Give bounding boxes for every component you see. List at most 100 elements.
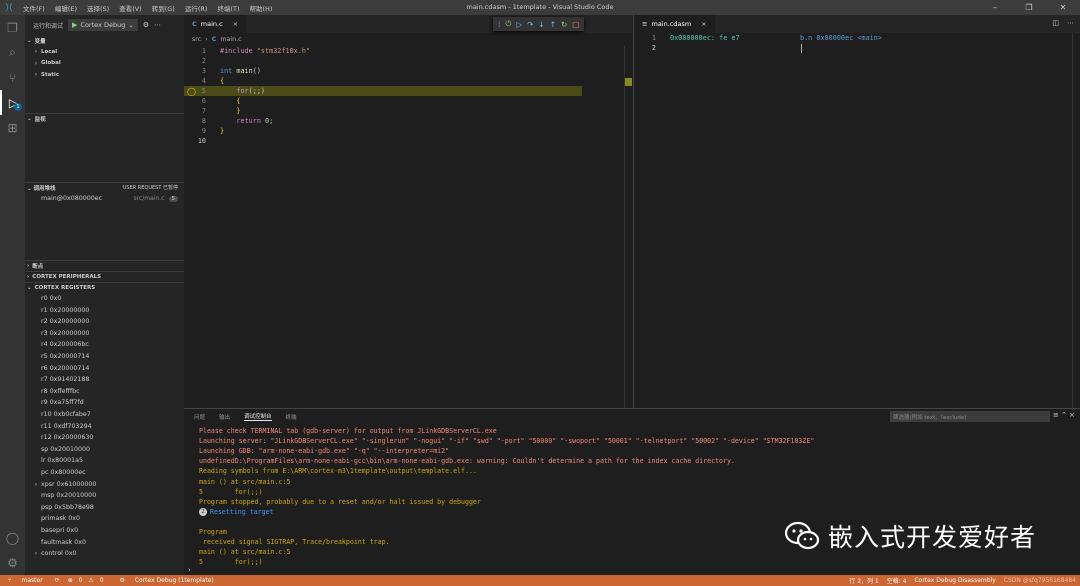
account-icon[interactable]: ◯ [0, 525, 25, 550]
code-line[interactable]: 4{ [184, 76, 632, 86]
code-line[interactable]: 7 } [184, 106, 632, 116]
code-line[interactable]: 5 for(;;) [184, 86, 582, 96]
register-row[interactable]: r12 0x20000630 [25, 432, 184, 444]
branch-status[interactable]: ⑂ master [0, 577, 51, 584]
minimize-icon[interactable]: – [978, 0, 1012, 15]
code-line[interactable]: 9} [184, 126, 632, 136]
restart-icon[interactable]: ↻ [561, 20, 567, 29]
search-icon[interactable]: ⌕ [0, 40, 25, 65]
register-row[interactable]: r5 0x20000714 [25, 351, 184, 363]
stop-icon[interactable]: □ [572, 20, 579, 29]
register-row[interactable]: msp 0x20010000 [25, 490, 184, 502]
code-line[interactable]: 2 [184, 56, 632, 66]
more-actions-icon[interactable]: ⋯ [154, 21, 161, 29]
watch-section-header[interactable]: ⌄ 监视 [25, 112, 184, 124]
menu-help[interactable]: 帮助(H) [244, 3, 277, 13]
disasm-line[interactable]: 2 [634, 43, 1080, 53]
maximize-icon[interactable]: ❐ [1012, 0, 1046, 15]
register-row[interactable]: r3 0x20000000 [25, 328, 184, 340]
menu-go[interactable]: 转到(G) [147, 3, 180, 13]
code-line[interactable]: 8 return 0; [184, 116, 632, 126]
code-area[interactable]: 1 #include "stm32f10x.h" 2 3 int main() 4{5 f… [184, 46, 632, 146]
debug-config-select[interactable]: ▶ Cortex Debug ⌄ [68, 19, 138, 31]
register-row[interactable]: r6 0x20000714 [25, 362, 184, 374]
register-row[interactable]: r10 0xb0cfabe7 [25, 409, 184, 421]
scope-local[interactable]: › Local [25, 46, 184, 58]
callstack-section-header[interactable]: ⌄ 调用堆栈 USER REQUEST 已暂停 [25, 181, 184, 193]
step-out-icon[interactable]: ↑ [550, 20, 556, 29]
register-row[interactable]: faultmask 0x0 [25, 536, 184, 548]
stack-frame[interactable]: main@0x080000ec src/main.c 5 [25, 193, 184, 204]
code-line[interactable]: 10 [184, 136, 632, 146]
register-row[interactable]: › control 0x0 [25, 548, 184, 560]
code-line[interactable]: 6 { [184, 96, 632, 106]
continue-icon[interactable]: ▷ [516, 20, 522, 29]
close-window-icon[interactable]: ✕ [1046, 0, 1080, 15]
more-actions-icon[interactable]: ⋯ [1067, 19, 1074, 27]
register-row[interactable]: pc 0x80000ec [25, 467, 184, 479]
clear-console-icon[interactable]: ≡ [1053, 411, 1059, 419]
register-row[interactable]: r8 0xffefffbc [25, 386, 184, 398]
reset-device-icon[interactable]: ⏻ [505, 19, 511, 29]
close-tab-icon[interactable]: × [233, 20, 238, 28]
scope-static[interactable]: › Static [25, 69, 184, 81]
minimap[interactable] [624, 46, 632, 408]
split-editor-icon[interactable]: ◫ [1052, 19, 1059, 27]
menu-edit[interactable]: 编辑(E) [50, 3, 82, 13]
tab-debug-console[interactable]: 调试控制台 [244, 412, 272, 421]
cursor-position[interactable]: 行 2，列 1 [845, 576, 882, 585]
register-row[interactable]: r7 0x91402188 [25, 374, 184, 386]
disasm-line[interactable]: 1 0x080000ec: fe e7 b.n 0x80000ec <main> [634, 33, 1080, 43]
register-row[interactable]: r0 0x0 [25, 293, 184, 305]
run-debug-icon[interactable]: ▷ 1 [0, 90, 25, 115]
register-row[interactable]: primask 0x0 [25, 513, 184, 525]
language-mode[interactable]: Cortex Debug Disassembly [910, 577, 999, 584]
problems-status[interactable]: ⊗ 0 ⚠ 0 [64, 577, 112, 584]
register-row[interactable]: psp 0x5bb78e98 [25, 501, 184, 513]
settings-gear-icon[interactable]: ⚙ [0, 550, 25, 575]
explorer-icon[interactable]: ❐ [0, 15, 25, 40]
config-gear-icon[interactable]: ⚙ [143, 21, 149, 29]
console-prompt-icon[interactable]: › [188, 566, 191, 574]
step-over-icon[interactable]: ↷ [527, 20, 533, 29]
register-row[interactable]: r11 0xdf703294 [25, 420, 184, 432]
maximize-panel-icon[interactable]: ⌃ [1061, 411, 1067, 419]
sync-icon[interactable]: ⟳ [51, 577, 64, 584]
debug-config-status[interactable]: ⚙ Cortex Debug (1template) [112, 577, 222, 584]
register-row[interactable]: r9 0xa75ff7fd [25, 397, 184, 409]
breakpoints-section-header[interactable]: › 断点 [25, 259, 184, 271]
source-control-icon[interactable]: ⑂ [0, 65, 25, 90]
tab-terminal[interactable]: 终端 [286, 413, 297, 421]
breadcrumb-folder[interactable]: src [192, 36, 201, 43]
tab-main-cdasm[interactable]: ≡ main.cdasm × [634, 15, 715, 33]
tab-problems[interactable]: 问题 [194, 413, 205, 421]
scope-global[interactable]: › Global [25, 58, 184, 70]
drag-handle-icon[interactable]: ⁞ [498, 20, 500, 29]
register-row[interactable]: › xpsr 0x61000000 [25, 478, 184, 490]
code-line[interactable]: 3 int main() [184, 66, 632, 76]
menu-terminal[interactable]: 终端(T) [212, 3, 244, 13]
disassembly-area[interactable]: 1 0x080000ec: fe e7 b.n 0x80000ec <main> 2 [634, 33, 1080, 53]
breadcrumb-file[interactable]: main.c [220, 36, 241, 43]
menu-run[interactable]: 运行(R) [180, 3, 213, 13]
register-row[interactable]: r4 0x200006bc [25, 339, 184, 351]
register-row[interactable]: basepri 0x0 [25, 525, 184, 537]
tab-main-c[interactable]: Cmain.c × [184, 15, 247, 33]
variables-section-header[interactable]: ⌄ 变量 [25, 35, 184, 46]
peripherals-section-header[interactable]: › CORTEX PERIPHERALS [25, 270, 184, 282]
register-row[interactable]: lr 0x80001a5 [25, 455, 184, 467]
close-tab-icon[interactable]: × [701, 20, 706, 28]
menu-file[interactable]: 文件(F) [18, 3, 50, 13]
extensions-icon[interactable]: ⊞ [0, 115, 25, 140]
start-debug-icon[interactable]: ▶ [72, 21, 77, 29]
registers-section-header[interactable]: ⌄ CORTEX REGISTERS [25, 281, 184, 293]
indentation[interactable]: 空格: 4 [883, 576, 911, 585]
filter-input[interactable]: 筛选器(例如 text、!exclude) [890, 411, 1050, 422]
tab-output[interactable]: 输出 [219, 413, 230, 421]
code-line[interactable]: 1 #include "stm32f10x.h" [184, 46, 632, 56]
menu-view[interactable]: 查看(V) [114, 3, 147, 13]
register-row[interactable]: r2 0x20000000 [25, 316, 184, 328]
close-panel-icon[interactable]: × [1069, 411, 1075, 419]
minimap[interactable] [1072, 33, 1080, 408]
step-into-icon[interactable]: ↓ [538, 20, 544, 29]
